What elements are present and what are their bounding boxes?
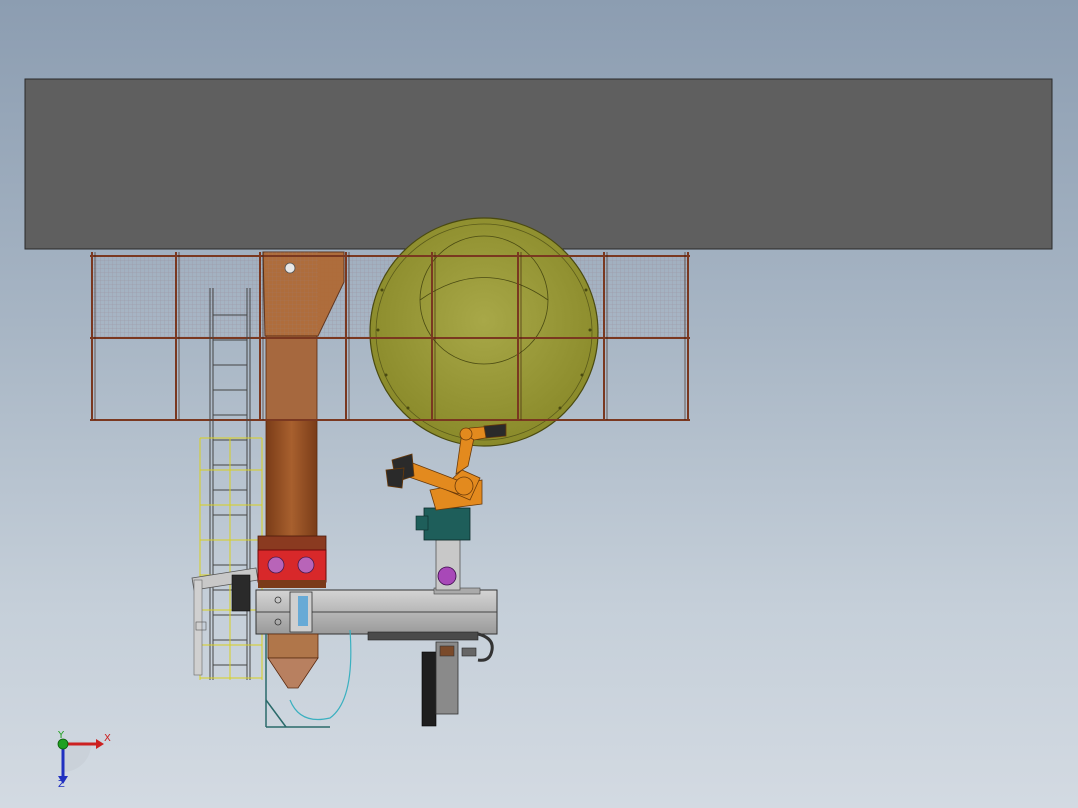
hopper-column — [262, 251, 345, 539]
assembly-drawing[interactable] — [0, 0, 1078, 808]
coordinate-triad — [57, 738, 104, 784]
hopper-outlet — [267, 633, 319, 689]
robot-pedestal — [415, 507, 481, 595]
platform-beam — [255, 589, 498, 641]
drive-box — [257, 535, 327, 588]
slide-unit — [421, 632, 494, 727]
side-platform — [191, 567, 259, 676]
ladder-cage — [199, 437, 263, 680]
tank — [369, 217, 599, 447]
triad-x-label: X — [104, 733, 111, 744]
roof-slab — [24, 78, 1053, 250]
triad-y-label: Y — [58, 730, 65, 741]
triad-z-label: Z — [58, 779, 65, 790]
graphics-viewport[interactable]: X Y Z — [0, 0, 1078, 808]
